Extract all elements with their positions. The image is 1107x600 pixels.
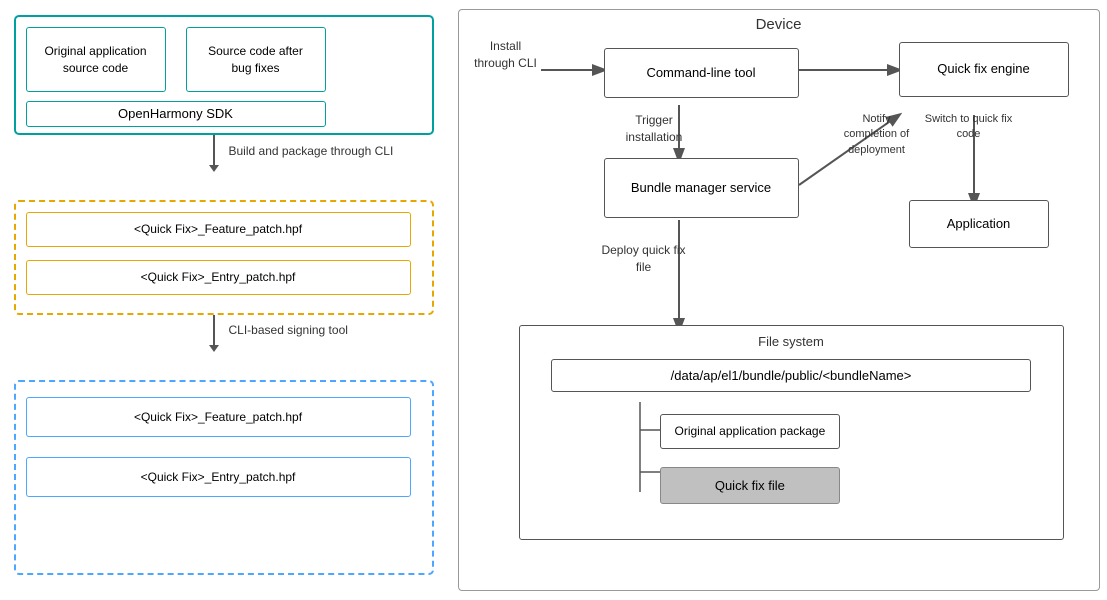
trigger-label: Trigger installation [617, 112, 692, 146]
diagram: Original application source code Source … [4, 5, 1104, 595]
left-inner: Original application source code Source … [14, 15, 454, 595]
entry-patch-2-label: <Quick Fix>_Entry_patch.hpf [141, 469, 296, 486]
signing-text: CLI-based signing tool [229, 323, 348, 337]
entry-patch-1-box: <Quick Fix>_Entry_patch.hpf [26, 260, 411, 295]
application-box: Application [909, 200, 1049, 248]
feature-patch-2-box: <Quick Fix>_Feature_patch.hpf [26, 397, 411, 437]
build-arrow [209, 135, 219, 172]
tree-svg [620, 402, 660, 502]
orig-pkg-label: Original application package [675, 424, 826, 438]
feature-patch-1-box: <Quick Fix>_Feature_patch.hpf [26, 212, 411, 247]
notify-text: Notify completion of deployment [844, 113, 909, 156]
entry-patch-1-label: <Quick Fix>_Entry_patch.hpf [141, 269, 296, 286]
sdk-box: OpenHarmony SDK [26, 101, 326, 127]
bundle-manager-box: Bundle manager service [604, 158, 799, 218]
filesystem-label: File system [520, 326, 1063, 353]
path-box: /data/ap/el1/bundle/public/<bundleName> [551, 359, 1031, 392]
entry-patch-2-box: <Quick Fix>_Entry_patch.hpf [26, 457, 411, 497]
original-source-box: Original application source code [26, 27, 166, 92]
cmd-tool-label: Command-line tool [646, 64, 755, 82]
sdk-label: OpenHarmony SDK [118, 105, 233, 123]
tree-boxes: Original application package Quick fix f… [660, 414, 841, 504]
application-label: Application [947, 215, 1011, 233]
switch-text: Switch to quick fix code [925, 113, 1012, 140]
source-fixes-box: Source code after bug fixes [186, 27, 326, 92]
quick-fix-file-box: Quick fix file [660, 467, 841, 504]
blue-dashed-container: <Quick Fix>_Feature_patch.hpf <Quick Fix… [14, 380, 434, 575]
deploy-text: Deploy quick fix file [601, 243, 685, 274]
cmd-tool-box: Command-line tool [604, 48, 799, 98]
bundle-manager-label: Bundle manager service [631, 179, 771, 197]
left-panel: Original application source code Source … [4, 5, 454, 595]
switch-label: Switch to quick fix code [924, 112, 1014, 143]
notify-label: Notify completion of deployment [837, 112, 917, 158]
install-text: Install through CLI [474, 39, 537, 70]
filesystem-container: File system /data/ap/el1/bundle/public/<… [519, 325, 1064, 540]
yellow-dashed-container: <Quick Fix>_Feature_patch.hpf <Quick Fix… [14, 200, 434, 315]
quick-fix-engine-label: Quick fix engine [937, 60, 1030, 78]
orig-pkg-box: Original application package [660, 414, 841, 449]
build-label: Build and package through CLI [229, 143, 394, 160]
feature-patch-2-label: <Quick Fix>_Feature_patch.hpf [134, 409, 302, 426]
install-label: Install through CLI [471, 38, 541, 72]
signing-label: CLI-based signing tool [229, 323, 348, 337]
signing-arrow [209, 315, 219, 352]
quick-fix-engine-box: Quick fix engine [899, 42, 1069, 97]
trigger-text: Trigger installation [626, 113, 683, 144]
source-fixes-label: Source code after bug fixes [197, 43, 315, 77]
feature-patch-1-label: <Quick Fix>_Feature_patch.hpf [134, 221, 302, 238]
right-panel: Device Install through CLI [458, 9, 1100, 591]
deploy-label: Deploy quick fix file [599, 242, 689, 276]
right-inner: Install through CLI [469, 20, 1089, 560]
build-text: Build and package through CLI [229, 144, 394, 158]
teal-container: Original application source code Source … [14, 15, 434, 135]
quick-fix-file-label: Quick fix file [715, 478, 785, 493]
tree-section: Original application package Quick fix f… [620, 402, 1063, 504]
original-source-label: Original application source code [37, 43, 155, 77]
path-label: /data/ap/el1/bundle/public/<bundleName> [671, 368, 912, 383]
